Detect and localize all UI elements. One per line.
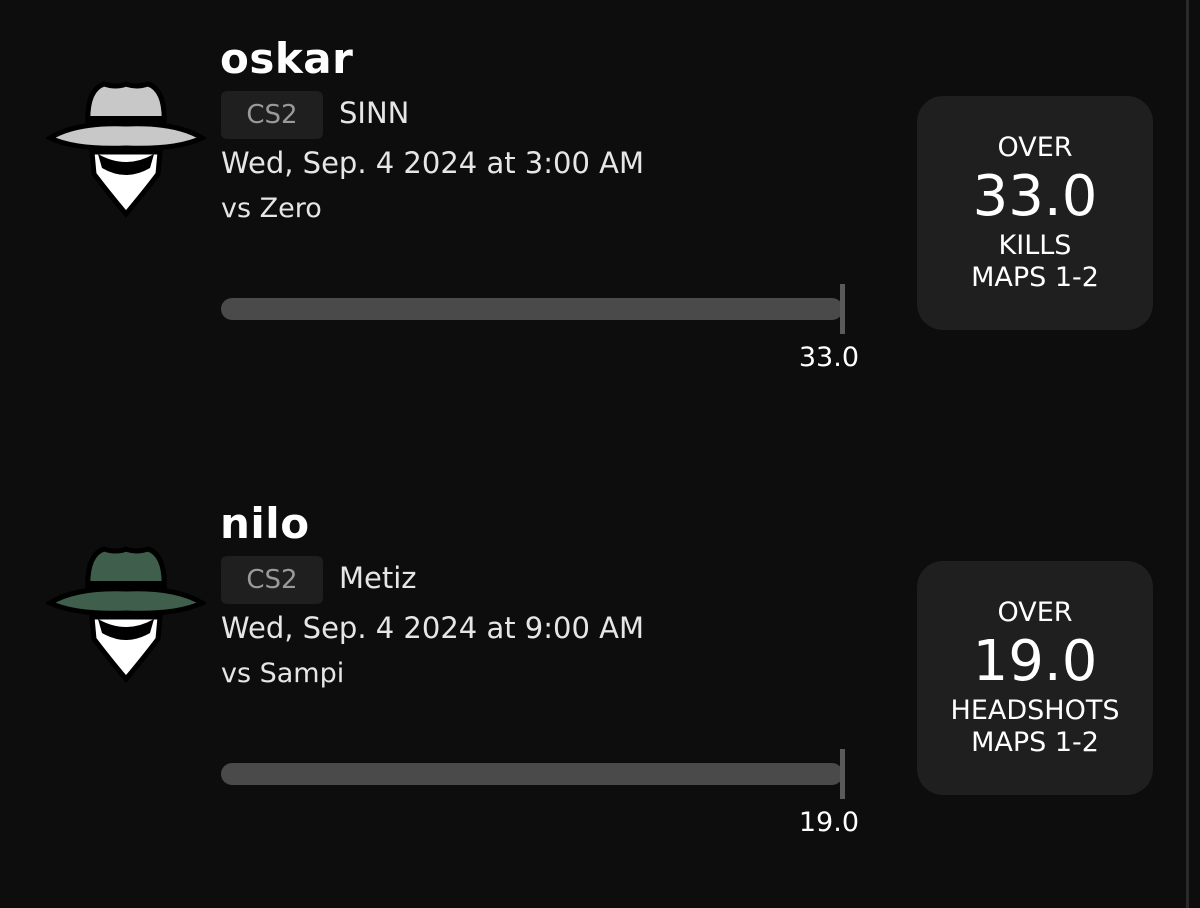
line-marker — [840, 749, 845, 799]
team-name: Metiz — [339, 561, 417, 595]
player-name: oskar — [220, 34, 354, 83]
bar-value: 33.0 — [798, 342, 859, 373]
line-box[interactable]: OVER 33.0 KILLS MAPS 1-2 — [917, 96, 1153, 330]
bar-value: 19.0 — [798, 807, 859, 838]
line-marker — [840, 284, 845, 334]
progress-bar — [221, 298, 843, 320]
pick-card[interactable]: nilo CS2 Metiz Wed, Sep. 4 2024 at 9:00 … — [0, 465, 1180, 885]
game-tag: CS2 — [221, 91, 323, 139]
progress-bar — [221, 763, 843, 785]
line-number: 19.0 — [972, 629, 1098, 694]
pick-card[interactable]: oskar CS2 SINN Wed, Sep. 4 2024 at 3:00 … — [0, 0, 1180, 420]
scrollbar[interactable] — [1186, 0, 1189, 908]
line-stat: KILLS — [998, 229, 1072, 261]
line-maps: MAPS 1-2 — [971, 261, 1099, 293]
team-name: SINN — [339, 96, 410, 130]
match-time: Wed, Sep. 4 2024 at 9:00 AM — [221, 611, 645, 645]
line-number: 33.0 — [972, 164, 1098, 229]
game-tag: CS2 — [221, 556, 323, 604]
line-maps: MAPS 1-2 — [971, 726, 1099, 758]
line-box[interactable]: OVER 19.0 HEADSHOTS MAPS 1-2 — [917, 561, 1153, 795]
spy-icon — [46, 81, 206, 218]
line-stat: HEADSHOTS — [950, 694, 1120, 726]
player-name: nilo — [220, 499, 310, 548]
opponent: vs Sampi — [221, 658, 345, 689]
match-time: Wed, Sep. 4 2024 at 3:00 AM — [221, 146, 645, 180]
line-direction: OVER — [997, 131, 1073, 163]
spy-icon — [46, 546, 206, 683]
line-direction: OVER — [997, 596, 1073, 628]
opponent: vs Zero — [221, 193, 322, 224]
